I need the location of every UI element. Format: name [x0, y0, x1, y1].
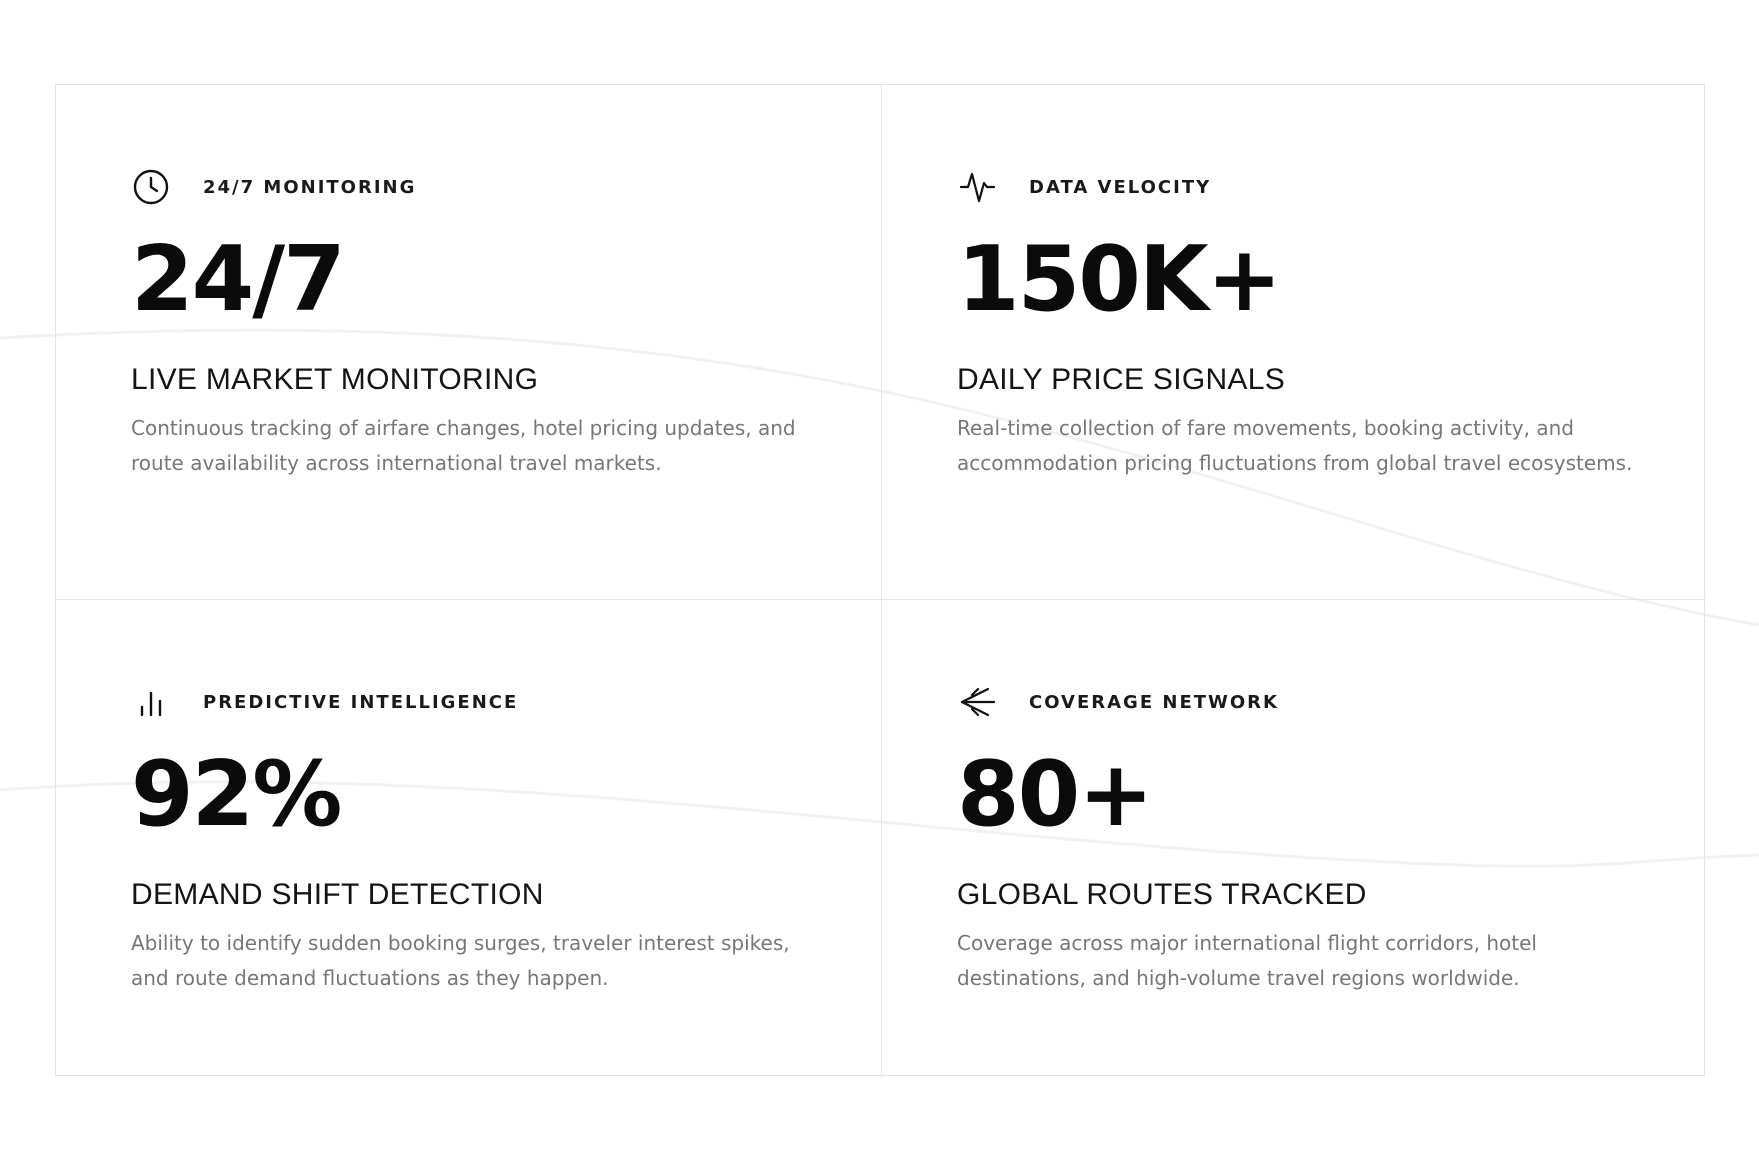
card-heading: DAILY PRICE SIGNALS [957, 363, 1286, 396]
stat-value: 24/7 [131, 227, 346, 332]
card-description: Real-time collection of fare movements, … [957, 416, 1633, 475]
card-description: Continuous tracking of airfare changes, … [131, 416, 796, 475]
clock-icon [131, 167, 171, 207]
bar-chart-icon [131, 682, 171, 722]
stat-value: 150K+ [957, 227, 1282, 332]
card-heading: GLOBAL ROUTES TRACKED [957, 878, 1367, 911]
stat-card-coverage: COVERAGE NETWORK 80+ GLOBAL ROUTES TRACK… [881, 599, 1706, 1077]
card-description: Coverage across major international flig… [957, 931, 1537, 990]
stat-card-monitoring: 24/7 MONITORING 24/7 LIVE MARKET MONITOR… [56, 85, 881, 599]
stat-value: 80+ [957, 742, 1154, 847]
stats-grid: 24/7 MONITORING 24/7 LIVE MARKET MONITOR… [55, 84, 1706, 1077]
card-heading: DEMAND SHIFT DETECTION [131, 878, 544, 911]
card-label-row: COVERAGE NETWORK [957, 682, 1706, 722]
card-eyebrow: COVERAGE NETWORK [1029, 691, 1279, 713]
stat-card-predictive: PREDICTIVE INTELLIGENCE 92% DEMAND SHIFT… [56, 599, 881, 1077]
card-description: Ability to identify sudden booking surge… [131, 931, 790, 990]
network-icon [957, 682, 997, 722]
card-eyebrow: DATA VELOCITY [1029, 176, 1212, 198]
card-eyebrow: 24/7 MONITORING [203, 176, 417, 198]
stats-section: 24/7 MONITORING 24/7 LIVE MARKET MONITOR… [0, 0, 1759, 1163]
card-label-row: 24/7 MONITORING [131, 167, 881, 207]
stat-value: 92% [131, 742, 342, 847]
pulse-icon [957, 167, 997, 207]
stat-card-velocity: DATA VELOCITY 150K+ DAILY PRICE SIGNALS … [881, 85, 1706, 599]
card-label-row: PREDICTIVE INTELLIGENCE [131, 682, 881, 722]
card-label-row: DATA VELOCITY [957, 167, 1706, 207]
card-eyebrow: PREDICTIVE INTELLIGENCE [203, 691, 519, 713]
card-heading: LIVE MARKET MONITORING [131, 363, 539, 396]
